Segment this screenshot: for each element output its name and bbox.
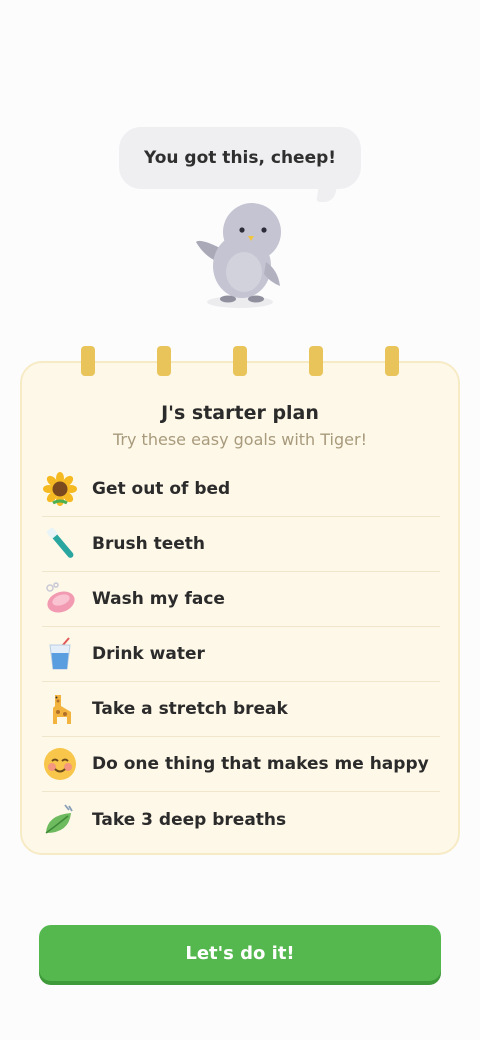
binder-ring xyxy=(233,346,247,376)
water-glass-icon xyxy=(42,636,78,672)
toothbrush-icon xyxy=(42,526,78,562)
binder-ring xyxy=(81,346,95,376)
sunflower-icon xyxy=(42,471,78,507)
goal-item: Get out of bed xyxy=(42,462,440,517)
giraffe-icon xyxy=(42,691,78,727)
bird-mascot-icon xyxy=(196,203,281,308)
starter-plan-card: J's starter plan Try these easy goals wi… xyxy=(20,361,460,855)
goal-label: Wash my face xyxy=(92,589,225,609)
goal-item: Take 3 deep breaths xyxy=(42,792,440,847)
starter-plan-screen: You got this, cheep! J's starter plan Tr… xyxy=(0,0,480,1040)
goal-item: Brush teeth xyxy=(42,517,440,572)
speech-bubble: You got this, cheep! xyxy=(119,127,361,189)
soap-icon xyxy=(42,581,78,617)
lets-do-it-button[interactable]: Let's do it! xyxy=(39,925,441,981)
goal-label: Do one thing that makes me happy xyxy=(92,754,429,774)
notepad-rings xyxy=(0,346,480,376)
goal-item: Take a stretch break xyxy=(42,682,440,737)
goal-label: Take 3 deep breaths xyxy=(92,809,287,830)
goal-item: Wash my face xyxy=(42,572,440,627)
goal-item: Do one thing that makes me happy xyxy=(42,737,440,792)
speech-bubble-text: You got this, cheep! xyxy=(143,148,337,168)
smiling-face-icon xyxy=(42,746,78,782)
plan-title: J's starter plan xyxy=(161,402,319,424)
goal-label: Get out of bed xyxy=(92,479,231,499)
goal-label: Brush teeth xyxy=(92,534,205,554)
binder-ring xyxy=(157,346,171,376)
binder-ring xyxy=(309,346,323,376)
goal-label: Drink water xyxy=(92,644,205,664)
plan-subtitle: Try these easy goals with Tiger! xyxy=(113,430,367,449)
goal-label: Take a stretch break xyxy=(92,699,288,719)
goal-list: Get out of bed Brush teeth Wash my face … xyxy=(42,462,440,847)
goal-item: Drink water xyxy=(42,627,440,682)
binder-ring xyxy=(385,346,399,376)
leaf-wind-icon xyxy=(42,802,78,838)
